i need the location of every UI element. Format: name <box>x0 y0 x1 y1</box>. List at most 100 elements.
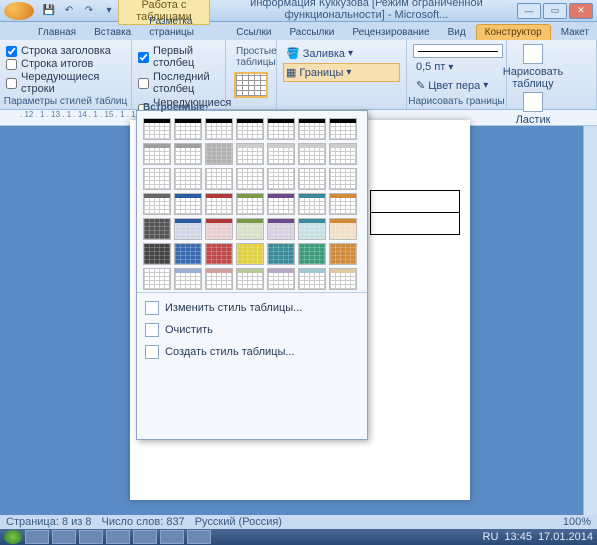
minimize-button[interactable]: — <box>517 3 541 19</box>
pen-weight-select[interactable]: 0,5 пт ▾ <box>413 58 500 76</box>
chk-total-row[interactable]: Строка итогов <box>6 58 125 70</box>
table-style[interactable] <box>236 143 264 165</box>
tab-pagelayout[interactable]: Разметка страницы <box>141 14 226 40</box>
table-style[interactable] <box>267 218 295 240</box>
table-style[interactable] <box>329 268 357 290</box>
table-style[interactable] <box>174 193 202 215</box>
table-style[interactable] <box>236 268 264 290</box>
pen-color-button[interactable]: ✎Цвет пера ▾ <box>413 76 500 95</box>
table-style[interactable] <box>329 168 357 190</box>
document-table[interactable] <box>370 190 460 235</box>
table-style[interactable] <box>205 118 233 140</box>
chk-last-col[interactable]: Последний столбец <box>138 71 219 95</box>
task-excel[interactable] <box>160 530 184 544</box>
tab-layout[interactable]: Макет <box>553 25 597 40</box>
table-style[interactable] <box>143 193 171 215</box>
table-style[interactable] <box>329 143 357 165</box>
vertical-scrollbar[interactable] <box>583 126 597 515</box>
borders-button[interactable]: ▦Границы ▾ <box>283 63 400 82</box>
task-ppt[interactable] <box>133 530 157 544</box>
table-style[interactable] <box>236 193 264 215</box>
redo-icon[interactable]: ↷ <box>80 2 98 20</box>
draw-table-button[interactable]: Нарисовать таблицу <box>513 44 553 90</box>
table-style[interactable] <box>298 118 326 140</box>
chk-header-row[interactable]: Строка заголовка <box>6 45 125 57</box>
table-style[interactable] <box>298 193 326 215</box>
system-tray[interactable]: RU 13:45 17.01.2014 <box>483 531 593 543</box>
eraser-button[interactable]: Ластик <box>513 92 553 126</box>
selected-table-style[interactable] <box>234 72 268 98</box>
table-style[interactable] <box>267 118 295 140</box>
tab-review[interactable]: Рецензирование <box>344 25 437 40</box>
table-style[interactable] <box>329 218 357 240</box>
group-pen: 0,5 пт ▾ ✎Цвет пера ▾ Нарисовать границы <box>407 40 507 109</box>
table-style[interactable] <box>329 118 357 140</box>
table-style[interactable] <box>267 143 295 165</box>
table-style[interactable] <box>329 243 357 265</box>
table-style[interactable] <box>298 268 326 290</box>
tab-view[interactable]: Вид <box>440 25 474 40</box>
tab-references[interactable]: Ссылки <box>228 25 279 40</box>
table-style[interactable] <box>298 243 326 265</box>
table-style[interactable] <box>329 193 357 215</box>
table-style[interactable] <box>205 193 233 215</box>
undo-icon[interactable]: ↶ <box>60 2 78 20</box>
table-style[interactable] <box>174 243 202 265</box>
table-style[interactable] <box>236 118 264 140</box>
table-style[interactable] <box>174 168 202 190</box>
close-button[interactable]: ✕ <box>569 3 593 19</box>
table-style[interactable] <box>143 268 171 290</box>
tab-insert[interactable]: Вставка <box>86 25 139 40</box>
table-style[interactable] <box>205 168 233 190</box>
tab-home[interactable]: Главная <box>30 25 84 40</box>
table-style[interactable] <box>205 268 233 290</box>
menu-modify-style[interactable]: Изменить стиль таблицы... <box>137 297 367 319</box>
table-style[interactable] <box>143 218 171 240</box>
tray-date: 17.01.2014 <box>538 531 593 543</box>
table-style[interactable] <box>205 143 233 165</box>
table-style[interactable] <box>267 243 295 265</box>
table-style[interactable] <box>236 218 264 240</box>
task-word[interactable] <box>187 530 211 544</box>
table-style[interactable] <box>267 193 295 215</box>
status-lang[interactable]: Русский (Россия) <box>195 516 282 528</box>
table-style[interactable] <box>205 243 233 265</box>
table-style[interactable] <box>298 143 326 165</box>
table-style[interactable] <box>267 168 295 190</box>
tab-design[interactable]: Конструктор <box>476 24 551 40</box>
menu-new-style[interactable]: Создать стиль таблицы... <box>137 341 367 363</box>
table-style[interactable] <box>143 118 171 140</box>
table-style[interactable] <box>143 168 171 190</box>
save-icon[interactable]: 💾 <box>40 2 58 20</box>
table-style[interactable] <box>174 268 202 290</box>
chk-first-col[interactable]: Первый столбец <box>138 45 219 69</box>
task-browser[interactable] <box>79 530 103 544</box>
status-words[interactable]: Число слов: 837 <box>102 516 185 528</box>
office-button[interactable] <box>4 2 34 20</box>
tray-lang[interactable]: RU <box>483 531 499 543</box>
table-style[interactable] <box>298 168 326 190</box>
table-style[interactable] <box>205 218 233 240</box>
status-zoom[interactable]: 100% <box>563 516 591 528</box>
task-explorer[interactable] <box>25 530 49 544</box>
qat-more-icon[interactable]: ▾ <box>100 2 118 20</box>
status-page[interactable]: Страница: 8 из 8 <box>6 516 92 528</box>
menu-clear[interactable]: Очистить <box>137 319 367 341</box>
task-media[interactable] <box>106 530 130 544</box>
table-style[interactable] <box>143 143 171 165</box>
task-folder[interactable] <box>52 530 76 544</box>
table-style[interactable] <box>298 218 326 240</box>
line-style-select[interactable] <box>413 44 503 58</box>
chk-banded-rows[interactable]: Чередующиеся строки <box>6 71 125 95</box>
table-style[interactable] <box>174 218 202 240</box>
table-style[interactable] <box>267 268 295 290</box>
table-style[interactable] <box>174 143 202 165</box>
start-button[interactable] <box>4 530 22 544</box>
tab-mailings[interactable]: Рассылки <box>281 25 342 40</box>
table-style[interactable] <box>236 243 264 265</box>
shading-button[interactable]: 🪣Заливка ▾ <box>283 44 400 63</box>
table-style[interactable] <box>236 168 264 190</box>
maximize-button[interactable]: ▭ <box>543 3 567 19</box>
table-style[interactable] <box>174 118 202 140</box>
table-style[interactable] <box>143 243 171 265</box>
